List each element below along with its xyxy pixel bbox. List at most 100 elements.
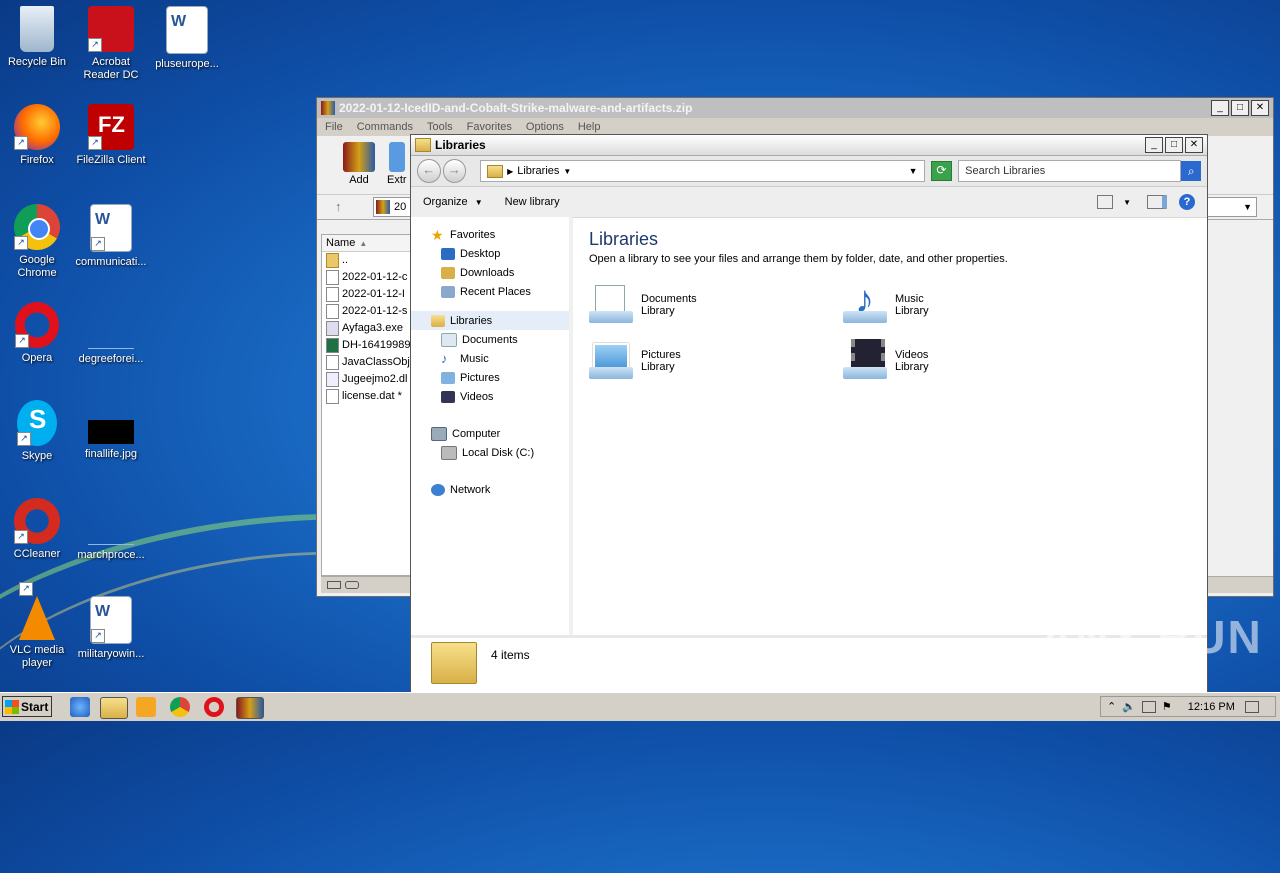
nav-libraries[interactable]: Libraries — [411, 311, 569, 330]
clock[interactable]: 12:16 PM — [1188, 701, 1235, 713]
star-icon: ★ — [431, 226, 444, 243]
nav-pictures[interactable]: Pictures — [441, 368, 569, 387]
breadcrumb-separator[interactable]: ▶ — [507, 167, 513, 176]
file-row[interactable]: JavaClassObj — [322, 354, 412, 371]
forward-button[interactable]: → — [442, 159, 467, 183]
desktop-icon-militaryowin[interactable]: W ↗ militaryowin... — [74, 596, 148, 661]
nav-videos[interactable]: Videos — [441, 387, 569, 406]
nav-recent-places[interactable]: Recent Places — [431, 282, 569, 301]
chevron-down-icon[interactable]: ▼ — [1243, 202, 1252, 212]
library-tile-music[interactable]: ♪ Music Library — [843, 281, 929, 327]
nav-music[interactable]: ♪ Music — [441, 349, 569, 368]
file-row[interactable]: 2022-01-12-s — [322, 303, 412, 320]
close-button[interactable]: ✕ — [1251, 100, 1269, 116]
breadcrumb-libraries[interactable]: Libraries — [517, 165, 559, 177]
winrar-titlebar[interactable]: 2022-01-12-IcedID-and-Cobalt-Strike-malw… — [317, 98, 1273, 118]
menu-options[interactable]: Options — [526, 121, 564, 133]
chevron-down-icon[interactable]: ▼ — [1123, 198, 1131, 207]
filezilla-icon: FZ ↗ — [88, 104, 134, 150]
show-hidden-icons-icon[interactable]: ⌃ — [1107, 700, 1116, 713]
up-arrow-icon[interactable]: ↑ — [335, 199, 342, 214]
maximize-button[interactable]: □ — [1165, 137, 1183, 153]
search-input[interactable]: Search Libraries — [958, 160, 1182, 182]
file-row[interactable]: 2022-01-12-c — [322, 269, 412, 286]
desktop-icon-recycle-bin[interactable]: Recycle Bin — [0, 6, 74, 69]
system-tray: ⌃ 🔈 ⚑ 12:16 PM — [1100, 696, 1276, 717]
desktop-icon-vlc[interactable]: ↗ VLC media player — [0, 582, 74, 670]
add-button[interactable]: Add — [339, 142, 379, 186]
nav-local-disk[interactable]: Local Disk (C:) — [431, 443, 569, 462]
library-tile-documents[interactable]: Documents Library — [589, 283, 697, 327]
file-row[interactable]: Jugeejmo2.dl — [322, 371, 412, 388]
desktop-icon-filezilla[interactable]: FZ ↗ FileZilla Client — [74, 104, 148, 167]
view-options-icon[interactable] — [1097, 195, 1114, 209]
file-row[interactable]: DH-16419989 — [322, 337, 412, 354]
nav-favorites[interactable]: ★ Favorites — [431, 225, 569, 244]
desktop-icon-opera[interactable]: ↗ Opera — [0, 302, 74, 365]
nav-documents[interactable]: Documents — [441, 330, 569, 349]
start-button[interactable]: Start — [2, 696, 52, 717]
file-row[interactable]: .. — [322, 252, 412, 269]
address-history-chevron[interactable]: ▼ — [909, 166, 918, 176]
column-header-name[interactable]: Name ▲ — [322, 235, 412, 252]
desktop-icon — [441, 247, 455, 260]
preview-pane-icon[interactable] — [1147, 195, 1167, 209]
address-bar[interactable]: ▶ Libraries ▼ ▼ — [480, 160, 925, 182]
desktop-icon-ccleaner[interactable]: ↗ CCleaner — [0, 498, 74, 561]
desktop-icon-pluseurope[interactable]: W pluseurope... — [150, 6, 224, 71]
word-doc-icon: W — [166, 6, 208, 54]
folder-large-icon — [431, 642, 477, 684]
desktop-icon-acrobat[interactable]: ↗ Acrobat Reader DC — [74, 6, 148, 82]
breadcrumb-chevron[interactable]: ▼ — [563, 167, 571, 176]
volume-icon[interactable]: 🔈 — [1122, 700, 1136, 713]
menu-tools[interactable]: Tools — [427, 121, 453, 133]
libraries-window[interactable]: Libraries _ □ ✕ ← → ▶ Libraries ▼ ▼ ⟳ Se… — [410, 134, 1208, 694]
explorer-icon[interactable] — [100, 697, 128, 719]
nav-downloads[interactable]: Downloads — [431, 263, 569, 282]
ie-icon[interactable] — [70, 697, 90, 717]
nav-computer[interactable]: Computer — [431, 424, 569, 443]
menu-commands[interactable]: Commands — [357, 121, 413, 133]
menu-favorites[interactable]: Favorites — [467, 121, 512, 133]
maximize-button[interactable]: □ — [1231, 100, 1249, 116]
extract-button[interactable]: Extr — [387, 142, 409, 186]
refresh-button[interactable]: ⟳ — [930, 161, 953, 181]
file-row[interactable]: Ayfaga3.exe — [322, 320, 412, 337]
minimize-button[interactable]: _ — [1145, 137, 1163, 153]
file-row[interactable]: license.dat * — [322, 388, 412, 405]
minimize-button[interactable]: _ — [1211, 100, 1229, 116]
desktop-icon-chrome[interactable]: ↗ Google Chrome — [0, 204, 74, 280]
desktop-icon-skype[interactable]: S ↗ Skype — [0, 400, 74, 463]
library-tile-pictures[interactable]: Pictures Library — [589, 339, 681, 383]
network-tray-icon[interactable] — [1141, 700, 1156, 713]
desktop-icon-firefox[interactable]: ↗ Firefox — [0, 104, 74, 167]
opera-taskbar-icon[interactable] — [204, 697, 224, 717]
downloads-icon — [441, 266, 455, 279]
show-desktop-icon[interactable] — [1244, 700, 1259, 713]
videos-icon — [441, 390, 455, 403]
media-player-icon[interactable] — [136, 697, 156, 717]
image-file-icon — [88, 420, 134, 444]
desktop-icon-finallife[interactable]: finallife.jpg — [74, 400, 148, 461]
file-row[interactable]: 2022-01-12-I — [322, 286, 412, 303]
close-button[interactable]: ✕ — [1185, 137, 1203, 153]
winrar-taskbar-icon[interactable] — [236, 697, 264, 719]
chrome-taskbar-icon[interactable] — [170, 697, 190, 717]
desktop-icon-degreeforei[interactable]: degreeforei... — [74, 302, 148, 366]
search-icon[interactable]: ⌕ — [1181, 161, 1201, 181]
library-tile-videos[interactable]: Videos Library — [843, 339, 929, 383]
nav-desktop[interactable]: Desktop — [431, 244, 569, 263]
new-library-button[interactable]: New library — [505, 196, 560, 208]
action-center-flag-icon[interactable]: ⚑ — [1162, 700, 1172, 713]
music-library-icon: ♪ — [843, 281, 887, 327]
back-button[interactable]: ← — [417, 159, 441, 183]
winrar-file-list[interactable]: Name ▲ .. 2022-01-12-c 2022-01-12-I 2022… — [321, 234, 413, 576]
menu-help[interactable]: Help — [578, 121, 601, 133]
desktop-icon-marchproce[interactable]: marchproce... — [74, 498, 148, 562]
menu-file[interactable]: File — [325, 121, 343, 133]
organize-button[interactable]: Organize ▼ — [423, 196, 483, 208]
desktop-icon-communication[interactable]: W ↗ communicati... — [74, 204, 148, 269]
nav-network[interactable]: Network — [431, 480, 569, 499]
libraries-titlebar[interactable]: Libraries _ □ ✕ — [411, 135, 1207, 156]
help-icon[interactable]: ? — [1179, 194, 1195, 210]
